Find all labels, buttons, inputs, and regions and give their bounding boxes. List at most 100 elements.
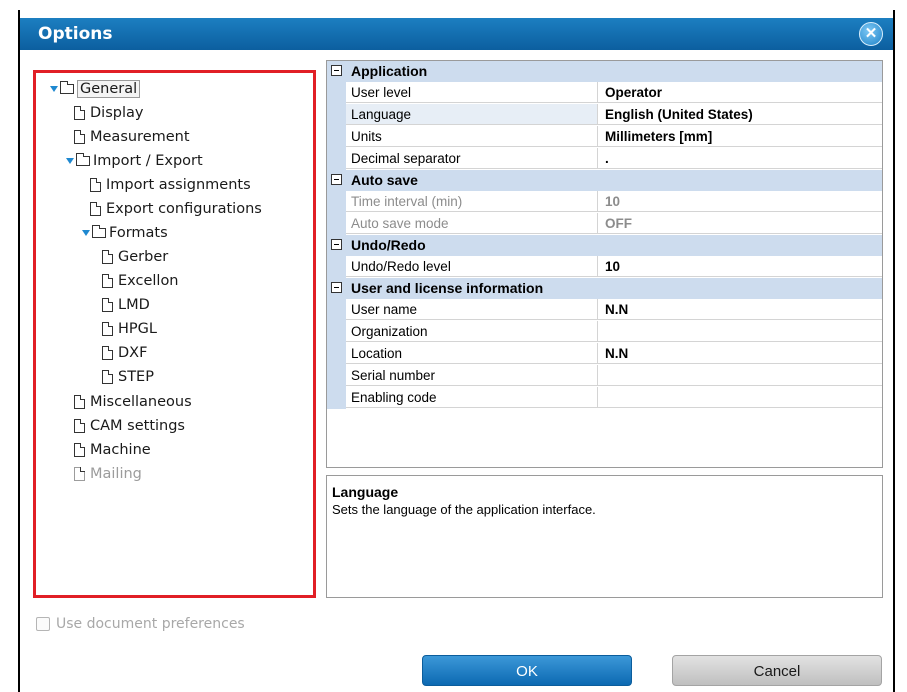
property-value[interactable]: [598, 365, 882, 386]
property-name: Undo/Redo level: [346, 256, 598, 277]
cancel-button[interactable]: Cancel: [672, 655, 882, 686]
expand-arrow-icon[interactable]: [82, 230, 90, 236]
expand-arrow-icon[interactable]: [66, 158, 74, 164]
document-icon: [74, 419, 85, 433]
collapse-icon[interactable]: [331, 65, 342, 76]
folder-icon: [76, 153, 90, 166]
tree-item-miscellaneous[interactable]: Miscellaneous: [74, 391, 192, 413]
folder-icon: [92, 225, 106, 238]
property-row-units[interactable]: Units Millimeters [mm]: [327, 126, 882, 148]
checkbox-label: Use document preferences: [56, 616, 245, 632]
tree-item-display[interactable]: Display: [74, 102, 143, 124]
tree-item-general[interactable]: General: [50, 78, 141, 100]
property-row-decimal-separator[interactable]: Decimal separator .: [327, 148, 882, 170]
description-text: Sets the language of the application int…: [332, 502, 596, 517]
row-gutter: [327, 321, 346, 343]
description-title: Language: [332, 484, 399, 500]
collapse-icon[interactable]: [331, 174, 342, 185]
section-header-auto-save[interactable]: Auto save: [327, 170, 882, 191]
screen-edge-right: [893, 10, 907, 692]
property-name: Location: [346, 343, 598, 364]
collapse-icon[interactable]: [331, 239, 342, 250]
document-icon: [102, 298, 113, 312]
document-icon: [74, 130, 85, 144]
property-row-organization[interactable]: Organization: [327, 321, 882, 343]
property-row-location[interactable]: Location N.N: [327, 343, 882, 365]
property-row-user-name[interactable]: User name N.N: [327, 299, 882, 321]
tree-item-lmd[interactable]: LMD: [102, 294, 150, 316]
property-value[interactable]: .: [598, 148, 882, 169]
tree-item-label: Import / Export: [93, 153, 203, 169]
property-name: Units: [346, 126, 598, 147]
section-header-undo-redo[interactable]: Undo/Redo: [327, 235, 882, 256]
property-row-user-level[interactable]: User level Operator: [327, 82, 882, 104]
property-value[interactable]: Operator: [598, 82, 882, 103]
tree-item-measurement[interactable]: Measurement: [74, 126, 190, 148]
tree-item-cam-settings[interactable]: CAM settings: [74, 415, 185, 437]
tree-item-formats[interactable]: Formats: [82, 222, 168, 244]
property-name: Time interval (min): [346, 191, 598, 212]
property-name: Serial number: [346, 365, 598, 386]
title-bar: Options ✕: [20, 18, 893, 50]
property-value[interactable]: [598, 321, 882, 342]
tree-item-label: Machine: [90, 442, 151, 458]
tree-item-gerber[interactable]: Gerber: [102, 246, 168, 268]
property-name: Organization: [346, 321, 598, 342]
tree-item-export-configurations[interactable]: Export configurations: [90, 198, 262, 220]
close-icon[interactable]: ✕: [859, 22, 883, 46]
document-icon: [90, 202, 101, 216]
row-gutter: [327, 387, 346, 409]
property-value[interactable]: N.N: [598, 343, 882, 364]
property-row-auto-save-mode: Auto save mode OFF: [327, 213, 882, 235]
row-gutter: [327, 126, 346, 148]
tree-item-label: HPGL: [118, 321, 157, 337]
row-gutter: [327, 256, 346, 278]
tree-item-label: General: [77, 80, 141, 98]
tree-item-label: Gerber: [118, 249, 169, 265]
property-name: User level: [346, 82, 598, 103]
tree-item-label: DXF: [118, 345, 148, 361]
section-header-user-license[interactable]: User and license information: [327, 278, 882, 299]
document-icon: [102, 322, 113, 336]
row-gutter: [327, 213, 346, 235]
tree-item-label: Import assignments: [106, 177, 251, 193]
property-value[interactable]: English (United States): [598, 104, 882, 125]
property-row-undo-redo-level[interactable]: Undo/Redo level 10: [327, 256, 882, 278]
tree-item-mailing: Mailing: [74, 463, 142, 485]
row-gutter: [327, 365, 346, 387]
section-title: Application: [351, 63, 428, 79]
tree-item-label: Display: [90, 105, 144, 121]
property-value[interactable]: N.N: [598, 299, 882, 320]
property-value: 10: [598, 191, 882, 212]
tree-item-excellon[interactable]: Excellon: [102, 270, 179, 292]
ok-button[interactable]: OK: [422, 655, 632, 686]
expand-arrow-icon[interactable]: [50, 86, 58, 92]
document-icon: [74, 395, 85, 409]
collapse-icon[interactable]: [331, 282, 342, 293]
tree-item-label: CAM settings: [90, 418, 185, 434]
section-header-application[interactable]: Application: [327, 61, 882, 82]
use-document-preferences-checkbox: Use document preferences: [36, 616, 245, 636]
property-value: OFF: [598, 213, 882, 234]
document-icon: [90, 178, 101, 192]
property-value[interactable]: Millimeters [mm]: [598, 126, 882, 147]
tree-item-machine[interactable]: Machine: [74, 439, 151, 461]
tree-item-step[interactable]: STEP: [102, 366, 154, 388]
options-dialog: Options ✕ General Display Measurement Im…: [20, 18, 893, 692]
tree-item-label: Miscellaneous: [90, 394, 192, 410]
tree-item-dxf[interactable]: DXF: [102, 342, 147, 364]
tree-item-hpgl[interactable]: HPGL: [102, 318, 157, 340]
property-row-language[interactable]: Language English (United States): [327, 104, 882, 126]
property-name: Language: [346, 104, 598, 125]
property-row-serial-number[interactable]: Serial number: [327, 365, 882, 387]
property-row-enabling-code[interactable]: Enabling code: [327, 387, 882, 409]
document-icon: [74, 106, 85, 120]
tree-item-import-export[interactable]: Import / Export: [66, 150, 203, 172]
folder-icon: [60, 81, 74, 94]
property-value[interactable]: [598, 387, 882, 408]
section-title: User and license information: [351, 280, 544, 296]
tree-item-import-assignments[interactable]: Import assignments: [90, 174, 251, 196]
tree-item-label: Excellon: [118, 273, 179, 289]
property-value[interactable]: 10: [598, 256, 882, 277]
property-name: Auto save mode: [346, 213, 598, 234]
